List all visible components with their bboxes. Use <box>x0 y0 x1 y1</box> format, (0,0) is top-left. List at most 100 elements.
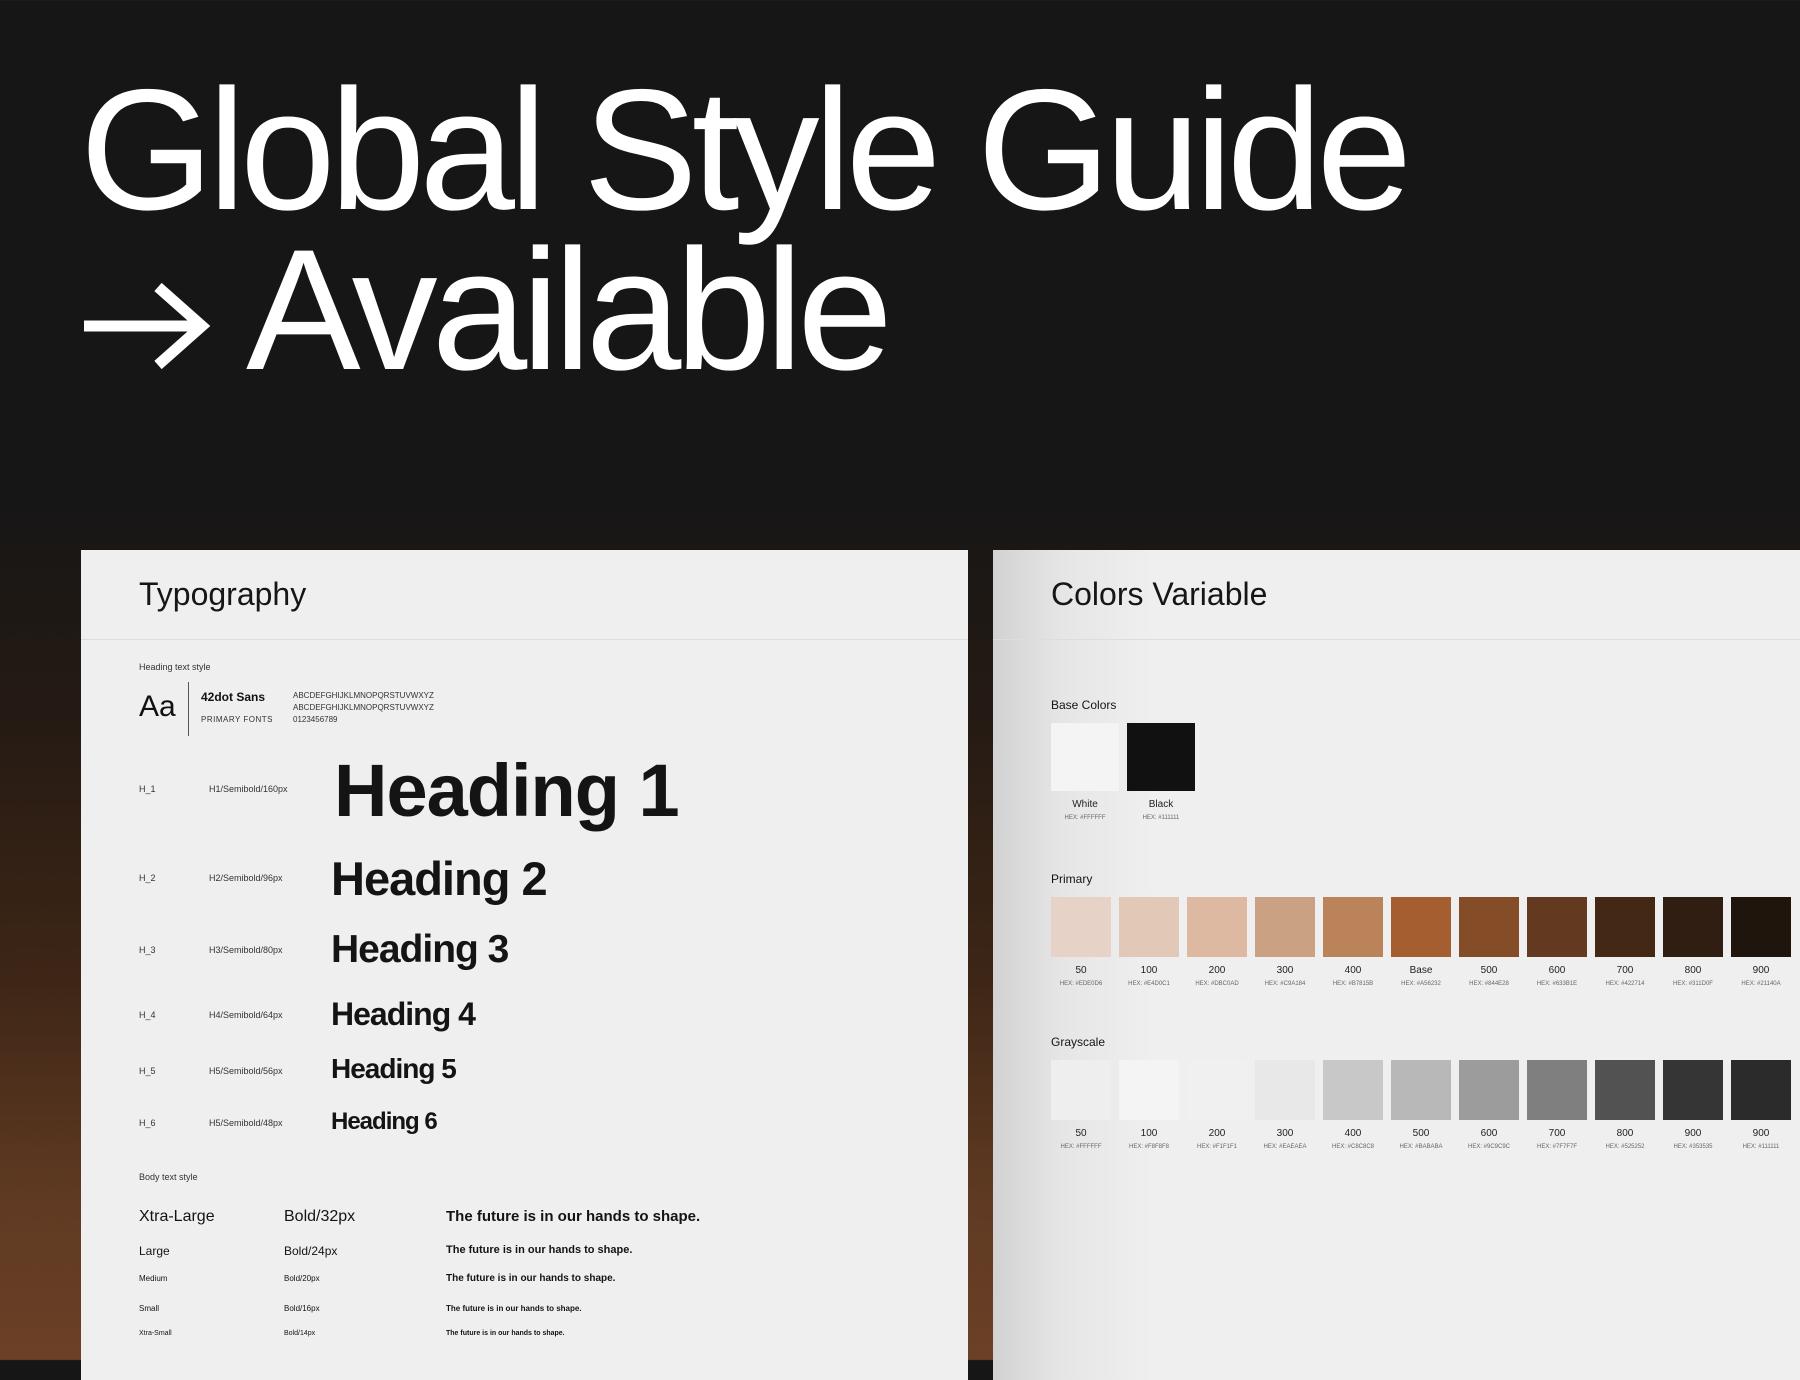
body-style-name: Large <box>139 1244 170 1258</box>
color-swatch[interactable] <box>1127 723 1195 791</box>
color-swatch[interactable] <box>1051 1060 1111 1120</box>
arrow-right-icon <box>80 232 212 392</box>
swatch-hex: HEX: #7F7F7F <box>1536 1144 1577 1150</box>
body-style-name: Xtra-Large <box>139 1208 215 1225</box>
body-style-sample: The future is in our hands to shape. <box>446 1244 633 1256</box>
color-swatch[interactable] <box>1051 723 1119 791</box>
swatch-name: 800 <box>1616 1128 1634 1139</box>
glyphs-upper: ABCDEFGHIJKLMNOPQRSTUVWXYZ <box>293 691 434 700</box>
heading-3-sample: Heading 3 <box>331 928 509 971</box>
heading-1-sample: Heading 1 <box>334 749 680 832</box>
swatch-name: 50 <box>1075 1128 1087 1139</box>
color-swatch[interactable] <box>1391 897 1451 957</box>
color-swatch[interactable] <box>1119 1060 1179 1120</box>
base-colors-label: Base Colors <box>1051 698 1117 712</box>
glyphs-lower: ABCDEFGHIJKLMNOPQRSTUVWXYZ <box>293 703 434 712</box>
heading-label: H_4 <box>139 1010 156 1020</box>
swatch-hex: HEX: #633B1E <box>1536 981 1578 987</box>
typography-title: Typography <box>81 550 968 640</box>
swatch-hex: HEX: #9C9C9C <box>1467 1144 1511 1150</box>
swatch-hex: HEX: #422714 <box>1605 981 1645 987</box>
swatch-name: 400 <box>1344 1128 1362 1139</box>
swatch-name: 300 <box>1276 1128 1294 1139</box>
color-swatch[interactable] <box>1051 897 1111 957</box>
swatch-hex: HEX: #DBC0AD <box>1195 981 1239 987</box>
color-swatch[interactable] <box>1663 1060 1723 1120</box>
swatch-hex: HEX: #BABABA <box>1399 1144 1443 1150</box>
body-style-spec: Bold/32px <box>284 1208 356 1225</box>
swatch-hex: HEX: #525252 <box>1605 1144 1645 1150</box>
swatch-name: 600 <box>1480 1128 1498 1139</box>
swatch-hex: HEX: #A56232 <box>1401 981 1441 987</box>
color-swatch[interactable] <box>1731 1060 1791 1120</box>
color-swatch[interactable] <box>1663 897 1723 957</box>
body-style-name: Small <box>139 1304 160 1313</box>
swatch-name: 900 <box>1752 965 1770 976</box>
body-style-sample: The future is in our hands to shape. <box>446 1304 582 1313</box>
color-swatch[interactable] <box>1527 1060 1587 1120</box>
color-swatch[interactable] <box>1459 897 1519 957</box>
hero-line-2: Available <box>80 224 1406 404</box>
swatch-name: White <box>1072 799 1098 810</box>
swatch-name: Base <box>1409 965 1433 976</box>
color-swatch[interactable] <box>1459 1060 1519 1120</box>
swatch-name: 500 <box>1412 1128 1430 1139</box>
heading-spec: H2/Semibold/96px <box>209 873 283 883</box>
color-swatch[interactable] <box>1595 1060 1655 1120</box>
color-swatch[interactable] <box>1391 1060 1451 1120</box>
color-swatch[interactable] <box>1255 897 1315 957</box>
swatch-name: 900 <box>1684 1128 1702 1139</box>
swatch-name: 300 <box>1276 965 1294 976</box>
swatch-name: 800 <box>1684 965 1702 976</box>
swatch-name: Black <box>1148 799 1174 810</box>
font-role: PRIMARY FONTS <box>201 715 273 724</box>
swatch-name: 700 <box>1548 1128 1566 1139</box>
heading-5-sample: Heading 5 <box>331 1053 457 1084</box>
swatch-hex: HEX: #F1F1F1 <box>1196 1144 1237 1150</box>
heading-4-sample: Heading 4 <box>331 996 476 1032</box>
heading-section-label: Heading text style <box>139 662 211 672</box>
swatch-hex: HEX: #21140A <box>1741 981 1781 987</box>
heading-spec: H5/Semibold/56px <box>209 1066 283 1076</box>
body-style-spec: Bold/14px <box>284 1330 316 1337</box>
swatch-name: 600 <box>1548 965 1566 976</box>
swatch-hex: HEX: #FFFFFF <box>1064 815 1106 821</box>
heading-spec: H1/Semibold/160px <box>209 784 288 794</box>
swatch-name: 700 <box>1616 965 1634 976</box>
color-swatch[interactable] <box>1595 897 1655 957</box>
swatch-hex: HEX: #FFFFFF <box>1060 1144 1102 1150</box>
swatch-hex: HEX: #311D0F <box>1673 981 1713 987</box>
hero-line-2-text: Available <box>246 214 893 406</box>
heading-label: H_6 <box>139 1118 156 1128</box>
swatch-name: 400 <box>1344 965 1362 976</box>
body-style-name: Xtra-Small <box>139 1330 172 1337</box>
swatch-name: 50 <box>1075 965 1087 976</box>
color-swatch[interactable] <box>1323 897 1383 957</box>
swatch-hex: HEX: #C8C8C8 <box>1331 1144 1375 1150</box>
body-style-spec: Bold/20px <box>284 1274 320 1283</box>
body-style-sample: The future is in our hands to shape. <box>446 1208 701 1225</box>
color-swatch[interactable] <box>1187 1060 1247 1120</box>
font-glyphs: ABCDEFGHIJKLMNOPQRSTUVWXYZ ABCDEFGHIJKLM… <box>293 690 434 726</box>
swatch-hex: HEX: #844E28 <box>1469 981 1509 987</box>
color-swatch[interactable] <box>1119 897 1179 957</box>
swatch-name: 500 <box>1480 965 1498 976</box>
font-divider <box>188 682 189 736</box>
swatch-hex: HEX: #E4D0C1 <box>1128 981 1170 987</box>
color-swatch[interactable] <box>1323 1060 1383 1120</box>
swatch-hex: HEX: #EDE0D6 <box>1059 981 1103 987</box>
color-swatch[interactable] <box>1527 897 1587 957</box>
swatch-name: 900 <box>1752 1128 1770 1139</box>
heading-spec: H3/Semibold/80px <box>209 945 283 955</box>
body-style-sample: The future is in our hands to shape. <box>446 1330 565 1337</box>
color-swatch[interactable] <box>1731 897 1791 957</box>
color-swatch[interactable] <box>1187 897 1247 957</box>
swatch-hex: HEX: #EAEAEA <box>1263 1144 1307 1150</box>
color-swatch[interactable] <box>1255 1060 1315 1120</box>
body-style-sample: The future is in our hands to shape. <box>446 1273 616 1284</box>
font-specimen: Aa <box>139 690 176 723</box>
heading-2-sample: Heading 2 <box>331 852 548 905</box>
swatch-hex: HEX: #353535 <box>1673 1144 1713 1150</box>
colors-panel: Colors Variable Base Colors White HEX: #F… <box>993 550 1800 1380</box>
swatch-name: 200 <box>1208 1128 1226 1139</box>
